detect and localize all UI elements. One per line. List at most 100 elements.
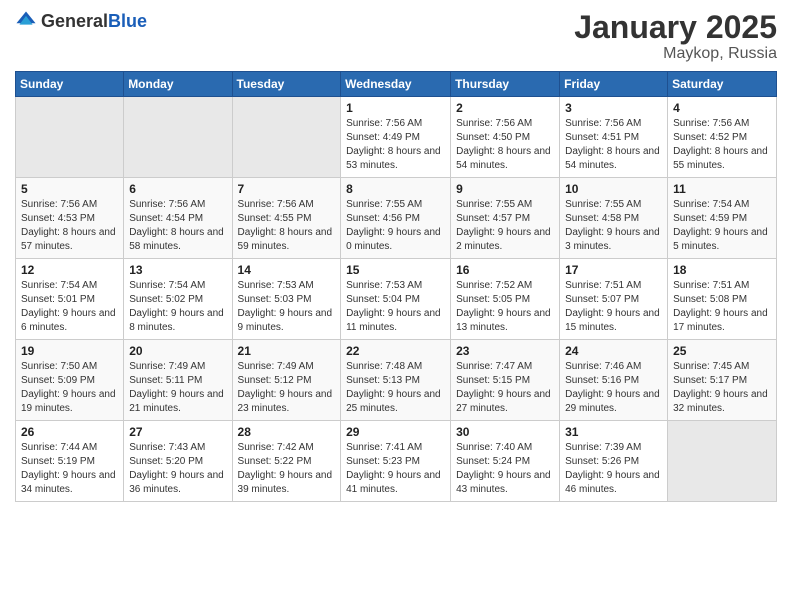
sunset-label: Sunset: 5:13 PM (346, 375, 420, 386)
sunrise-label: Sunrise: 7:56 AM (673, 118, 749, 129)
sunrise-label: Sunrise: 7:48 AM (346, 361, 422, 372)
sunrise-label: Sunrise: 7:53 AM (238, 280, 314, 291)
sunset-label: Sunset: 5:09 PM (21, 375, 95, 386)
calendar-cell: 26 Sunrise: 7:44 AM Sunset: 5:19 PM Dayl… (16, 421, 124, 502)
daylight-label: Daylight: 8 hours and 53 minutes. (346, 146, 441, 171)
daylight-label: Daylight: 9 hours and 17 minutes. (673, 308, 768, 333)
sunrise-label: Sunrise: 7:54 AM (673, 199, 749, 210)
sunrise-label: Sunrise: 7:45 AM (673, 361, 749, 372)
sunset-label: Sunset: 4:53 PM (21, 213, 95, 224)
calendar-cell: 28 Sunrise: 7:42 AM Sunset: 5:22 PM Dayl… (232, 421, 341, 502)
sunrise-label: Sunrise: 7:56 AM (565, 118, 641, 129)
daylight-label: Daylight: 9 hours and 46 minutes. (565, 470, 660, 495)
calendar: Sunday Monday Tuesday Wednesday Thursday… (15, 71, 777, 502)
sunrise-label: Sunrise: 7:43 AM (129, 442, 205, 453)
calendar-cell: 19 Sunrise: 7:50 AM Sunset: 5:09 PM Dayl… (16, 340, 124, 421)
daylight-label: Daylight: 9 hours and 2 minutes. (456, 227, 551, 252)
calendar-cell: 8 Sunrise: 7:55 AM Sunset: 4:56 PM Dayli… (341, 178, 451, 259)
calendar-cell: 29 Sunrise: 7:41 AM Sunset: 5:23 PM Dayl… (341, 421, 451, 502)
calendar-cell: 23 Sunrise: 7:47 AM Sunset: 5:15 PM Dayl… (451, 340, 560, 421)
calendar-cell: 31 Sunrise: 7:39 AM Sunset: 5:26 PM Dayl… (560, 421, 668, 502)
sunset-label: Sunset: 5:04 PM (346, 294, 420, 305)
daylight-label: Daylight: 9 hours and 9 minutes. (238, 308, 333, 333)
logo-icon (15, 10, 37, 32)
calendar-cell: 15 Sunrise: 7:53 AM Sunset: 5:04 PM Dayl… (341, 259, 451, 340)
daylight-label: Daylight: 8 hours and 55 minutes. (673, 146, 768, 171)
col-saturday: Saturday (668, 72, 777, 97)
daylight-label: Daylight: 9 hours and 23 minutes. (238, 389, 333, 414)
sunrise-label: Sunrise: 7:46 AM (565, 361, 641, 372)
day-info: Sunrise: 7:55 AM Sunset: 4:57 PM Dayligh… (456, 198, 554, 254)
sunset-label: Sunset: 5:17 PM (673, 375, 747, 386)
day-info: Sunrise: 7:56 AM Sunset: 4:54 PM Dayligh… (129, 198, 226, 254)
header-row: Sunday Monday Tuesday Wednesday Thursday… (16, 72, 777, 97)
col-tuesday: Tuesday (232, 72, 341, 97)
day-info: Sunrise: 7:56 AM Sunset: 4:49 PM Dayligh… (346, 117, 445, 173)
daylight-label: Daylight: 8 hours and 59 minutes. (238, 227, 333, 252)
sunrise-label: Sunrise: 7:56 AM (238, 199, 314, 210)
calendar-cell: 10 Sunrise: 7:55 AM Sunset: 4:58 PM Dayl… (560, 178, 668, 259)
sunset-label: Sunset: 4:55 PM (238, 213, 312, 224)
day-number: 14 (238, 263, 336, 277)
sunset-label: Sunset: 5:01 PM (21, 294, 95, 305)
day-number: 6 (129, 182, 226, 196)
page: GeneralBlue January 2025 Maykop, Russia … (0, 0, 792, 512)
daylight-label: Daylight: 9 hours and 25 minutes. (346, 389, 441, 414)
sunset-label: Sunset: 5:03 PM (238, 294, 312, 305)
col-friday: Friday (560, 72, 668, 97)
day-number: 13 (129, 263, 226, 277)
sunrise-label: Sunrise: 7:56 AM (21, 199, 97, 210)
calendar-cell: 9 Sunrise: 7:55 AM Sunset: 4:57 PM Dayli… (451, 178, 560, 259)
calendar-cell (124, 97, 232, 178)
daylight-label: Daylight: 9 hours and 39 minutes. (238, 470, 333, 495)
calendar-cell: 3 Sunrise: 7:56 AM Sunset: 4:51 PM Dayli… (560, 97, 668, 178)
sunrise-label: Sunrise: 7:51 AM (673, 280, 749, 291)
day-info: Sunrise: 7:53 AM Sunset: 5:04 PM Dayligh… (346, 279, 445, 335)
sunset-label: Sunset: 4:57 PM (456, 213, 530, 224)
sunset-label: Sunset: 5:02 PM (129, 294, 203, 305)
daylight-label: Daylight: 9 hours and 32 minutes. (673, 389, 768, 414)
col-wednesday: Wednesday (341, 72, 451, 97)
calendar-row: 1 Sunrise: 7:56 AM Sunset: 4:49 PM Dayli… (16, 97, 777, 178)
day-number: 10 (565, 182, 662, 196)
day-number: 8 (346, 182, 445, 196)
calendar-cell: 13 Sunrise: 7:54 AM Sunset: 5:02 PM Dayl… (124, 259, 232, 340)
sunset-label: Sunset: 4:56 PM (346, 213, 420, 224)
logo-general: General (41, 11, 108, 31)
day-number: 20 (129, 344, 226, 358)
day-info: Sunrise: 7:56 AM Sunset: 4:53 PM Dayligh… (21, 198, 118, 254)
day-info: Sunrise: 7:44 AM Sunset: 5:19 PM Dayligh… (21, 441, 118, 497)
day-number: 26 (21, 425, 118, 439)
sunset-label: Sunset: 5:22 PM (238, 456, 312, 467)
sunrise-label: Sunrise: 7:54 AM (21, 280, 97, 291)
sunrise-label: Sunrise: 7:51 AM (565, 280, 641, 291)
day-info: Sunrise: 7:53 AM Sunset: 5:03 PM Dayligh… (238, 279, 336, 335)
daylight-label: Daylight: 8 hours and 54 minutes. (456, 146, 551, 171)
daylight-label: Daylight: 8 hours and 54 minutes. (565, 146, 660, 171)
sunrise-label: Sunrise: 7:52 AM (456, 280, 532, 291)
daylight-label: Daylight: 9 hours and 21 minutes. (129, 389, 224, 414)
day-number: 15 (346, 263, 445, 277)
calendar-row: 12 Sunrise: 7:54 AM Sunset: 5:01 PM Dayl… (16, 259, 777, 340)
sunset-label: Sunset: 5:08 PM (673, 294, 747, 305)
calendar-cell: 5 Sunrise: 7:56 AM Sunset: 4:53 PM Dayli… (16, 178, 124, 259)
sunrise-label: Sunrise: 7:42 AM (238, 442, 314, 453)
day-number: 18 (673, 263, 771, 277)
sunset-label: Sunset: 5:23 PM (346, 456, 420, 467)
day-number: 5 (21, 182, 118, 196)
calendar-cell: 27 Sunrise: 7:43 AM Sunset: 5:20 PM Dayl… (124, 421, 232, 502)
day-info: Sunrise: 7:55 AM Sunset: 4:58 PM Dayligh… (565, 198, 662, 254)
sunrise-label: Sunrise: 7:47 AM (456, 361, 532, 372)
day-info: Sunrise: 7:43 AM Sunset: 5:20 PM Dayligh… (129, 441, 226, 497)
logo-text: GeneralBlue (41, 11, 147, 32)
calendar-cell: 16 Sunrise: 7:52 AM Sunset: 5:05 PM Dayl… (451, 259, 560, 340)
day-info: Sunrise: 7:47 AM Sunset: 5:15 PM Dayligh… (456, 360, 554, 416)
day-number: 27 (129, 425, 226, 439)
col-thursday: Thursday (451, 72, 560, 97)
sunrise-label: Sunrise: 7:40 AM (456, 442, 532, 453)
day-number: 21 (238, 344, 336, 358)
calendar-cell: 25 Sunrise: 7:45 AM Sunset: 5:17 PM Dayl… (668, 340, 777, 421)
sunrise-label: Sunrise: 7:56 AM (346, 118, 422, 129)
daylight-label: Daylight: 9 hours and 13 minutes. (456, 308, 551, 333)
day-number: 7 (238, 182, 336, 196)
